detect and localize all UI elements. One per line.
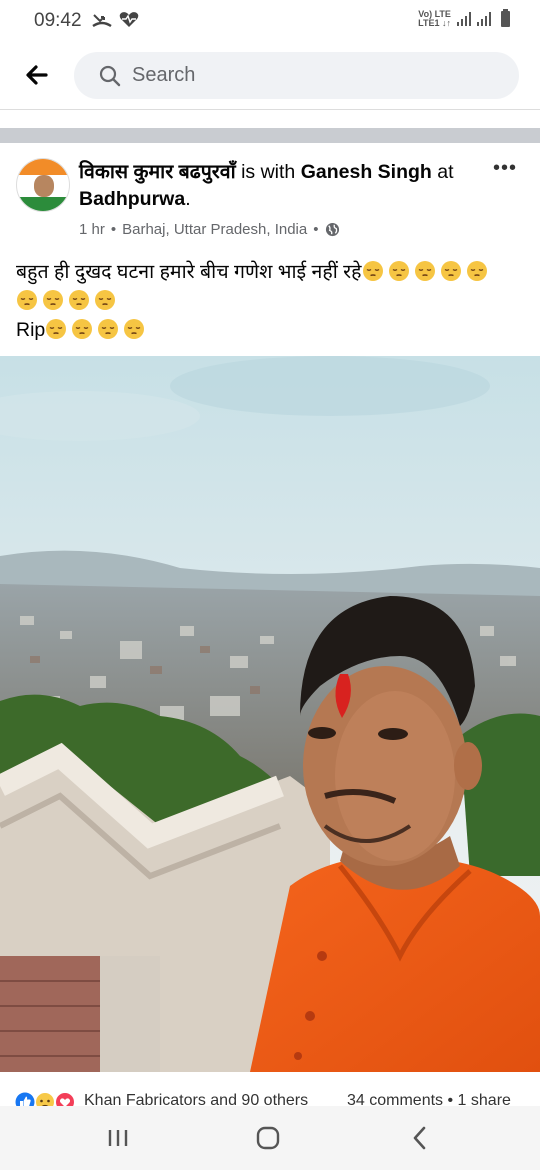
globe-icon xyxy=(325,222,339,237)
network-type: Vo) LTE LTE1 ↓↑ xyxy=(418,10,451,28)
tagged-person[interactable]: Ganesh Singh xyxy=(301,161,432,183)
emoji-row-2 xyxy=(16,290,120,312)
at-text: at xyxy=(437,161,454,183)
signal-icon-2 xyxy=(477,12,491,26)
post-text-line-1: बहुत ही दुखद घटना हमारे बीच गणेश भाई नही… xyxy=(16,258,526,287)
post-text-line-3: Rip xyxy=(16,316,526,345)
nav-back-icon[interactable] xyxy=(405,1124,435,1152)
location-tag[interactable]: Badhpurwa xyxy=(79,188,185,210)
pensive-face-icon xyxy=(362,261,383,281)
recent-apps-icon[interactable] xyxy=(103,1124,133,1152)
meta-separator: • xyxy=(110,221,117,238)
back-arrow-icon xyxy=(26,65,48,85)
pensive-face-icon xyxy=(17,290,37,310)
heart-pulse-icon xyxy=(119,12,139,27)
post-text-line-2 xyxy=(16,287,526,316)
battery-icon xyxy=(501,9,510,27)
home-icon[interactable] xyxy=(253,1124,283,1152)
search-placeholder: Search xyxy=(132,64,196,86)
pensive-face-icon xyxy=(414,261,435,281)
feed-divider xyxy=(0,128,540,143)
pensive-face-icon xyxy=(388,261,409,281)
post-time[interactable]: 1 hr xyxy=(79,221,105,238)
back-button[interactable] xyxy=(20,58,54,92)
pensive-face-icon xyxy=(43,290,63,310)
pensive-face-icon xyxy=(124,319,145,339)
status-right: Vo) LTE LTE1 ↓↑ xyxy=(418,9,510,28)
more-options-button[interactable]: ••• xyxy=(490,157,520,179)
post-title: विकास कुमार बढपुरवाँ is with Ganesh Sing… xyxy=(79,159,479,213)
pensive-face-icon xyxy=(95,290,115,310)
pensive-face-icon xyxy=(72,319,93,339)
pensive-face-icon xyxy=(46,319,67,339)
post-meta: 1 hr • Barhaj, Uttar Pradesh, India • xyxy=(79,221,340,238)
pensive-face-icon xyxy=(69,290,89,310)
status-notification-icons xyxy=(92,11,139,31)
status-time: 09:42 xyxy=(34,10,82,31)
post-rip: Rip xyxy=(16,319,46,341)
search-header: Search xyxy=(0,42,540,110)
post-location[interactable]: Barhaj, Uttar Pradesh, India xyxy=(122,221,307,238)
post-text: बहुत ही दुखद घटना हमारे बीच गणेश भाई नही… xyxy=(16,258,526,345)
with-text: is with xyxy=(241,161,296,183)
pensive-face-icon xyxy=(440,261,461,281)
meta-separator-2: • xyxy=(313,221,319,238)
emoji-row-1 xyxy=(362,261,492,283)
status-bar: 09:42 Vo) LTE LTE1 ↓↑ xyxy=(0,0,540,42)
photo-content xyxy=(0,356,540,1072)
search-input[interactable]: Search xyxy=(74,52,519,99)
author-avatar[interactable] xyxy=(16,158,70,212)
title-period: . xyxy=(185,188,191,210)
pensive-face-icon xyxy=(98,319,119,339)
missed-call-icon xyxy=(92,14,112,28)
author-name[interactable]: विकास कुमार बढपुरवाँ xyxy=(79,161,236,183)
pensive-face-icon xyxy=(466,261,487,281)
more-dots-icon: ••• xyxy=(492,157,517,179)
signal-icon xyxy=(457,12,471,26)
search-icon xyxy=(99,65,121,87)
post-photo[interactable] xyxy=(0,356,540,1072)
system-nav-bar xyxy=(0,1106,540,1170)
emoji-row-3 xyxy=(45,319,149,341)
network-label-bottom: LTE1 ↓↑ xyxy=(418,18,451,28)
post-message: बहुत ही दुखद घटना हमारे बीच गणेश भाई नही… xyxy=(16,261,362,283)
